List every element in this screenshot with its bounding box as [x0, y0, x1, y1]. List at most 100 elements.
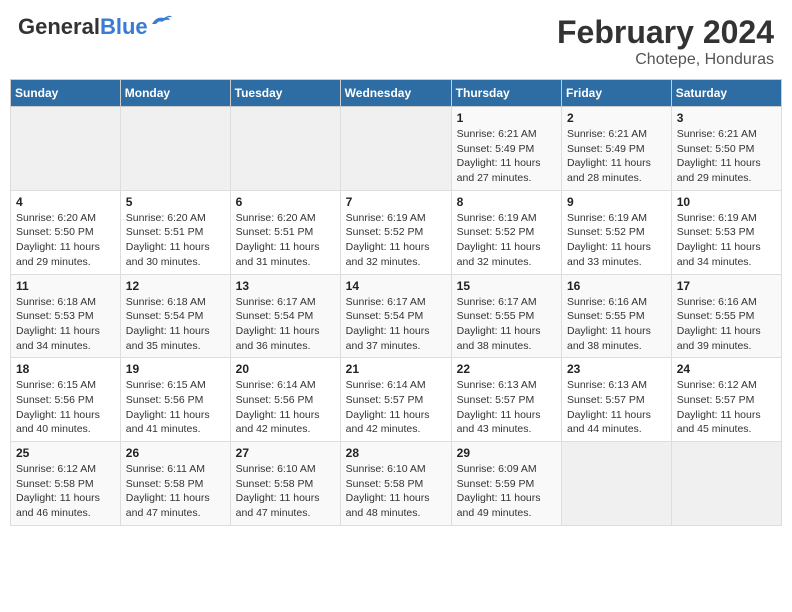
day-info: Sunrise: 6:12 AMSunset: 5:58 PMDaylight:…: [16, 462, 115, 521]
day-number: 18: [16, 362, 115, 376]
day-number: 29: [457, 446, 556, 460]
day-number: 3: [677, 111, 776, 125]
day-info: Sunrise: 6:18 AMSunset: 5:53 PMDaylight:…: [16, 295, 115, 354]
day-info: Sunrise: 6:19 AMSunset: 5:53 PMDaylight:…: [677, 211, 776, 270]
calendar-cell: 23 Sunrise: 6:13 AMSunset: 5:57 PMDayligh…: [562, 358, 672, 442]
day-number: 16: [567, 279, 666, 293]
day-number: 19: [126, 362, 225, 376]
day-info: Sunrise: 6:19 AMSunset: 5:52 PMDaylight:…: [567, 211, 666, 270]
calendar-cell: 16 Sunrise: 6:16 AMSunset: 5:55 PMDayligh…: [562, 274, 672, 358]
calendar-cell: 10Sunrise: 6:19 AMSunset: 5:53 PMDayligh…: [671, 190, 781, 274]
day-info: Sunrise: 6:11 AMSunset: 5:58 PMDaylight:…: [126, 462, 225, 521]
calendar-cell: 24 Sunrise: 6:12 AMSunset: 5:57 PMDayligh…: [671, 358, 781, 442]
day-info: Sunrise: 6:20 AMSunset: 5:50 PMDaylight:…: [16, 211, 115, 270]
calendar-cell: 18 Sunrise: 6:15 AMSunset: 5:56 PMDayligh…: [11, 358, 121, 442]
calendar-week-row: 11 Sunrise: 6:18 AMSunset: 5:53 PMDayligh…: [11, 274, 782, 358]
calendar-cell: 12 Sunrise: 6:18 AMSunset: 5:54 PMDayligh…: [120, 274, 230, 358]
calendar-cell: 19 Sunrise: 6:15 AMSunset: 5:56 PMDayligh…: [120, 358, 230, 442]
day-number: 23: [567, 362, 666, 376]
calendar-cell: 27 Sunrise: 6:10 AMSunset: 5:58 PMDayligh…: [230, 442, 340, 526]
calendar-header-row: SundayMondayTuesdayWednesdayThursdayFrid…: [11, 80, 782, 107]
calendar-cell: 6 Sunrise: 6:20 AMSunset: 5:51 PMDaylight…: [230, 190, 340, 274]
day-number: 8: [457, 195, 556, 209]
calendar-cell: 2Sunrise: 6:21 AMSunset: 5:49 PMDaylight…: [562, 107, 672, 191]
title-block: February 2024 Chotepe, Honduras: [557, 14, 774, 69]
day-info: Sunrise: 6:16 AMSunset: 5:55 PMDaylight:…: [567, 295, 666, 354]
day-number: 12: [126, 279, 225, 293]
day-info: Sunrise: 6:17 AMSunset: 5:54 PMDaylight:…: [346, 295, 446, 354]
weekday-header-wednesday: Wednesday: [340, 80, 451, 107]
calendar-cell: [340, 107, 451, 191]
calendar-cell: [671, 442, 781, 526]
calendar-cell: 5 Sunrise: 6:20 AMSunset: 5:51 PMDaylight…: [120, 190, 230, 274]
calendar-cell: 17 Sunrise: 6:16 AMSunset: 5:55 PMDayligh…: [671, 274, 781, 358]
day-info: Sunrise: 6:14 AMSunset: 5:56 PMDaylight:…: [236, 378, 335, 437]
weekday-header-thursday: Thursday: [451, 80, 561, 107]
day-number: 14: [346, 279, 446, 293]
weekday-header-monday: Monday: [120, 80, 230, 107]
day-info: Sunrise: 6:18 AMSunset: 5:54 PMDaylight:…: [126, 295, 225, 354]
day-number: 11: [16, 279, 115, 293]
day-number: 6: [236, 195, 335, 209]
day-info: Sunrise: 6:21 AMSunset: 5:49 PMDaylight:…: [457, 127, 556, 186]
day-info: Sunrise: 6:20 AMSunset: 5:51 PMDaylight:…: [236, 211, 335, 270]
calendar-cell: 9 Sunrise: 6:19 AMSunset: 5:52 PMDaylight…: [562, 190, 672, 274]
calendar-cell: [230, 107, 340, 191]
day-info: Sunrise: 6:19 AMSunset: 5:52 PMDaylight:…: [457, 211, 556, 270]
calendar-cell: 1 Sunrise: 6:21 AMSunset: 5:49 PMDaylight…: [451, 107, 561, 191]
day-number: 26: [126, 446, 225, 460]
weekday-header-saturday: Saturday: [671, 80, 781, 107]
day-info: Sunrise: 6:19 AMSunset: 5:52 PMDaylight:…: [346, 211, 446, 270]
day-info: Sunrise: 6:15 AMSunset: 5:56 PMDaylight:…: [126, 378, 225, 437]
day-info: Sunrise: 6:14 AMSunset: 5:57 PMDaylight:…: [346, 378, 446, 437]
weekday-header-friday: Friday: [562, 80, 672, 107]
calendar-cell: 11 Sunrise: 6:18 AMSunset: 5:53 PMDayligh…: [11, 274, 121, 358]
day-info: Sunrise: 6:10 AMSunset: 5:58 PMDaylight:…: [236, 462, 335, 521]
day-number: 21: [346, 362, 446, 376]
day-info: Sunrise: 6:13 AMSunset: 5:57 PMDaylight:…: [457, 378, 556, 437]
logo-bird-icon: [150, 14, 172, 32]
day-info: Sunrise: 6:13 AMSunset: 5:57 PMDaylight:…: [567, 378, 666, 437]
calendar-cell: 25 Sunrise: 6:12 AMSunset: 5:58 PMDayligh…: [11, 442, 121, 526]
page-subtitle: Chotepe, Honduras: [557, 51, 774, 69]
day-number: 13: [236, 279, 335, 293]
logo-text: GeneralBlue: [18, 14, 148, 40]
day-number: 4: [16, 195, 115, 209]
day-info: Sunrise: 6:17 AMSunset: 5:55 PMDaylight:…: [457, 295, 556, 354]
calendar-week-row: 18 Sunrise: 6:15 AMSunset: 5:56 PMDayligh…: [11, 358, 782, 442]
calendar-cell: 3Sunrise: 6:21 AMSunset: 5:50 PMDaylight…: [671, 107, 781, 191]
day-number: 1: [457, 111, 556, 125]
calendar-cell: 29Sunrise: 6:09 AMSunset: 5:59 PMDayligh…: [451, 442, 561, 526]
day-info: Sunrise: 6:16 AMSunset: 5:55 PMDaylight:…: [677, 295, 776, 354]
weekday-header-tuesday: Tuesday: [230, 80, 340, 107]
day-number: 2: [567, 111, 666, 125]
calendar-cell: 28Sunrise: 6:10 AMSunset: 5:58 PMDayligh…: [340, 442, 451, 526]
day-info: Sunrise: 6:17 AMSunset: 5:54 PMDaylight:…: [236, 295, 335, 354]
day-info: Sunrise: 6:12 AMSunset: 5:57 PMDaylight:…: [677, 378, 776, 437]
calendar-cell: [562, 442, 672, 526]
calendar-cell: 8 Sunrise: 6:19 AMSunset: 5:52 PMDaylight…: [451, 190, 561, 274]
day-number: 20: [236, 362, 335, 376]
day-number: 25: [16, 446, 115, 460]
day-info: Sunrise: 6:10 AMSunset: 5:58 PMDaylight:…: [346, 462, 446, 521]
calendar-week-row: 25 Sunrise: 6:12 AMSunset: 5:58 PMDayligh…: [11, 442, 782, 526]
calendar-cell: [120, 107, 230, 191]
calendar-week-row: 1 Sunrise: 6:21 AMSunset: 5:49 PMDaylight…: [11, 107, 782, 191]
day-number: 9: [567, 195, 666, 209]
day-info: Sunrise: 6:20 AMSunset: 5:51 PMDaylight:…: [126, 211, 225, 270]
calendar-week-row: 4 Sunrise: 6:20 AMSunset: 5:50 PMDaylight…: [11, 190, 782, 274]
calendar-cell: 26 Sunrise: 6:11 AMSunset: 5:58 PMDayligh…: [120, 442, 230, 526]
calendar-cell: 14 Sunrise: 6:17 AMSunset: 5:54 PMDayligh…: [340, 274, 451, 358]
day-number: 24: [677, 362, 776, 376]
calendar-cell: 7Sunrise: 6:19 AMSunset: 5:52 PMDaylight…: [340, 190, 451, 274]
calendar-cell: 21 Sunrise: 6:14 AMSunset: 5:57 PMDayligh…: [340, 358, 451, 442]
day-info: Sunrise: 6:15 AMSunset: 5:56 PMDaylight:…: [16, 378, 115, 437]
day-number: 27: [236, 446, 335, 460]
day-number: 22: [457, 362, 556, 376]
day-number: 5: [126, 195, 225, 209]
calendar-cell: 20 Sunrise: 6:14 AMSunset: 5:56 PMDayligh…: [230, 358, 340, 442]
weekday-header-sunday: Sunday: [11, 80, 121, 107]
day-number: 17: [677, 279, 776, 293]
day-number: 15: [457, 279, 556, 293]
calendar-cell: 15 Sunrise: 6:17 AMSunset: 5:55 PMDayligh…: [451, 274, 561, 358]
